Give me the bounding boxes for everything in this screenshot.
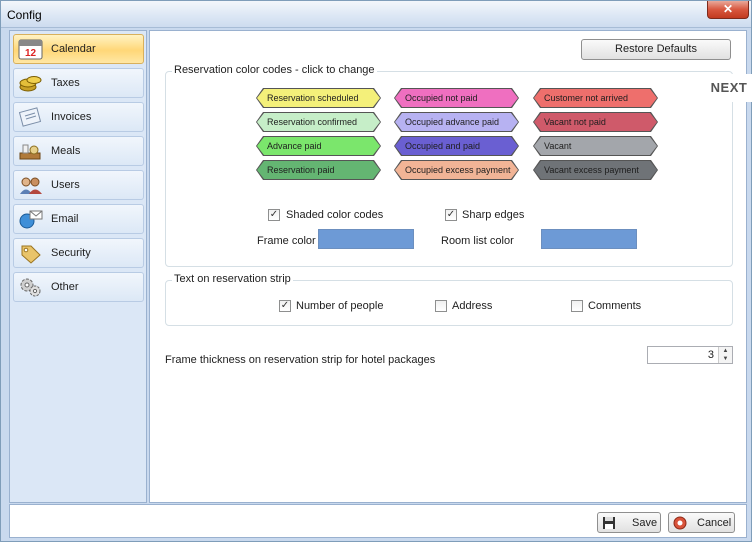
number-of-people-label: Number of people	[296, 300, 384, 312]
reservation-strip-title: Text on reservation strip	[172, 273, 293, 285]
chip-occupied-advance-paid[interactable]: Occupied advance paid	[394, 112, 519, 132]
chip-label: Reservation paid	[257, 161, 380, 179]
stepper-up-icon[interactable]: ▲	[719, 347, 732, 355]
sidebar-item-label: Other	[51, 281, 79, 293]
security-icon	[21, 245, 41, 264]
footer-bar: Save Cancel	[9, 504, 747, 538]
frame-thickness-stepper[interactable]: 3 ▲ ▼	[647, 346, 733, 364]
chip-vacant-excess-payment[interactable]: Vacant excess payment	[533, 160, 658, 180]
chip-vacant[interactable]: Vacant	[533, 136, 658, 156]
chip-customer-not-arrived[interactable]: Customer not arrived	[533, 88, 658, 108]
sidebar-item-label: Meals	[51, 145, 81, 157]
frame-color-label: Frame color	[257, 235, 316, 247]
next-overlay-label: NEXT	[706, 74, 752, 102]
chip-reservation-paid[interactable]: Reservation paid	[256, 160, 381, 180]
stepper-buttons: ▲ ▼	[718, 347, 732, 363]
floppy-disk-icon	[603, 517, 615, 529]
save-button[interactable]: Save	[597, 512, 661, 533]
save-label: Save	[632, 517, 658, 529]
reservation-strip-group: Text on reservation strip ✓ Number of pe…	[165, 273, 733, 326]
stepper-down-icon[interactable]: ▼	[719, 355, 732, 363]
sharp-edges-checkbox[interactable]: ✓	[445, 209, 457, 221]
sidebar-item-security[interactable]: Security	[13, 238, 144, 268]
chip-label: Vacant excess payment	[534, 161, 657, 179]
chip-occupied-and-paid[interactable]: Occupied and paid	[394, 136, 519, 156]
title-bar: Config ✕	[1, 1, 751, 28]
calendar-icon: 12	[18, 39, 43, 60]
sidebar-item-label: Security	[51, 247, 91, 259]
shaded-color-codes-checkbox[interactable]: ✓	[268, 209, 280, 221]
chip-label: Occupied not paid	[395, 89, 518, 107]
sidebar-item-label: Email	[51, 213, 79, 225]
sidebar-item-other[interactable]: Other	[13, 272, 144, 302]
comments-label: Comments	[588, 300, 642, 312]
color-codes-title: Reservation color codes - click to chang…	[172, 64, 377, 76]
chip-label: Occupied advance paid	[395, 113, 518, 131]
chip-advance-paid[interactable]: Advance paid	[256, 136, 381, 156]
restore-defaults-button[interactable]: Restore Defaults	[581, 39, 731, 60]
config-window: Config ✕ 12 Calendar Taxes Invoices Meal…	[0, 0, 752, 542]
frame-thickness-value: 3	[707, 349, 714, 361]
sharp-edges-label: Sharp edges	[462, 209, 525, 221]
chip-label: Occupied and paid	[395, 137, 518, 155]
sidebar: 12 Calendar Taxes Invoices Meals Users E…	[9, 30, 147, 503]
calendar-icon-number: 12	[25, 48, 37, 59]
sidebar-item-label: Calendar	[51, 43, 96, 55]
chip-label: Vacant	[534, 137, 657, 155]
close-button[interactable]: ✕	[707, 1, 749, 19]
chip-label: Vacant not paid	[534, 113, 657, 131]
chip-reservation-confirmed[interactable]: Reservation confirmed	[256, 112, 381, 132]
chip-label: Advance paid	[257, 137, 380, 155]
gears-icon	[20, 278, 41, 297]
frame-thickness-label: Frame thickness on reservation strip for…	[165, 354, 436, 366]
coins-icon	[19, 76, 42, 92]
room-list-color-swatch[interactable]	[541, 229, 637, 249]
cancel-button[interactable]: Cancel	[668, 512, 735, 533]
chip-occupied-not-paid[interactable]: Occupied not paid	[394, 88, 519, 108]
address-checkbox[interactable]	[435, 300, 447, 312]
chip-occupied-excess-payment[interactable]: Occupied excess payment	[394, 160, 519, 180]
sidebar-item-email[interactable]: Email	[13, 204, 144, 234]
sidebar-item-taxes[interactable]: Taxes	[13, 68, 144, 98]
frame-color-swatch[interactable]	[318, 229, 414, 249]
meals-icon	[19, 144, 41, 160]
sidebar-item-meals[interactable]: Meals	[13, 136, 144, 166]
invoice-icon	[18, 107, 42, 127]
sidebar-item-label: Users	[51, 179, 80, 191]
sidebar-item-label: Taxes	[51, 77, 80, 89]
settings-panel: Restore Defaults Reservation color codes…	[149, 30, 747, 503]
cancel-icon	[673, 516, 687, 530]
sidebar-item-calendar[interactable]: 12 Calendar	[13, 34, 144, 64]
address-label: Address	[452, 300, 493, 312]
chip-label: Customer not arrived	[534, 89, 657, 107]
room-list-color-label: Room list color	[441, 235, 514, 247]
comments-checkbox[interactable]	[571, 300, 583, 312]
color-codes-group: Reservation color codes - click to chang…	[165, 64, 733, 267]
chip-label: Reservation scheduled	[257, 89, 380, 107]
shaded-color-codes-label: Shaded color codes	[286, 209, 384, 221]
email-icon	[19, 210, 43, 229]
number-of-people-checkbox[interactable]: ✓	[279, 300, 291, 312]
chip-label: Reservation confirmed	[257, 113, 380, 131]
sidebar-item-label: Invoices	[51, 111, 92, 123]
cancel-label: Cancel	[697, 517, 732, 529]
users-icon	[20, 177, 42, 194]
sidebar-item-invoices[interactable]: Invoices	[13, 102, 144, 132]
sidebar-item-users[interactable]: Users	[13, 170, 144, 200]
window-title: Config	[7, 8, 42, 22]
chip-reservation-scheduled[interactable]: Reservation scheduled	[256, 88, 381, 108]
chip-label: Occupied excess payment	[395, 161, 518, 179]
chip-vacant-not-paid[interactable]: Vacant not paid	[533, 112, 658, 132]
